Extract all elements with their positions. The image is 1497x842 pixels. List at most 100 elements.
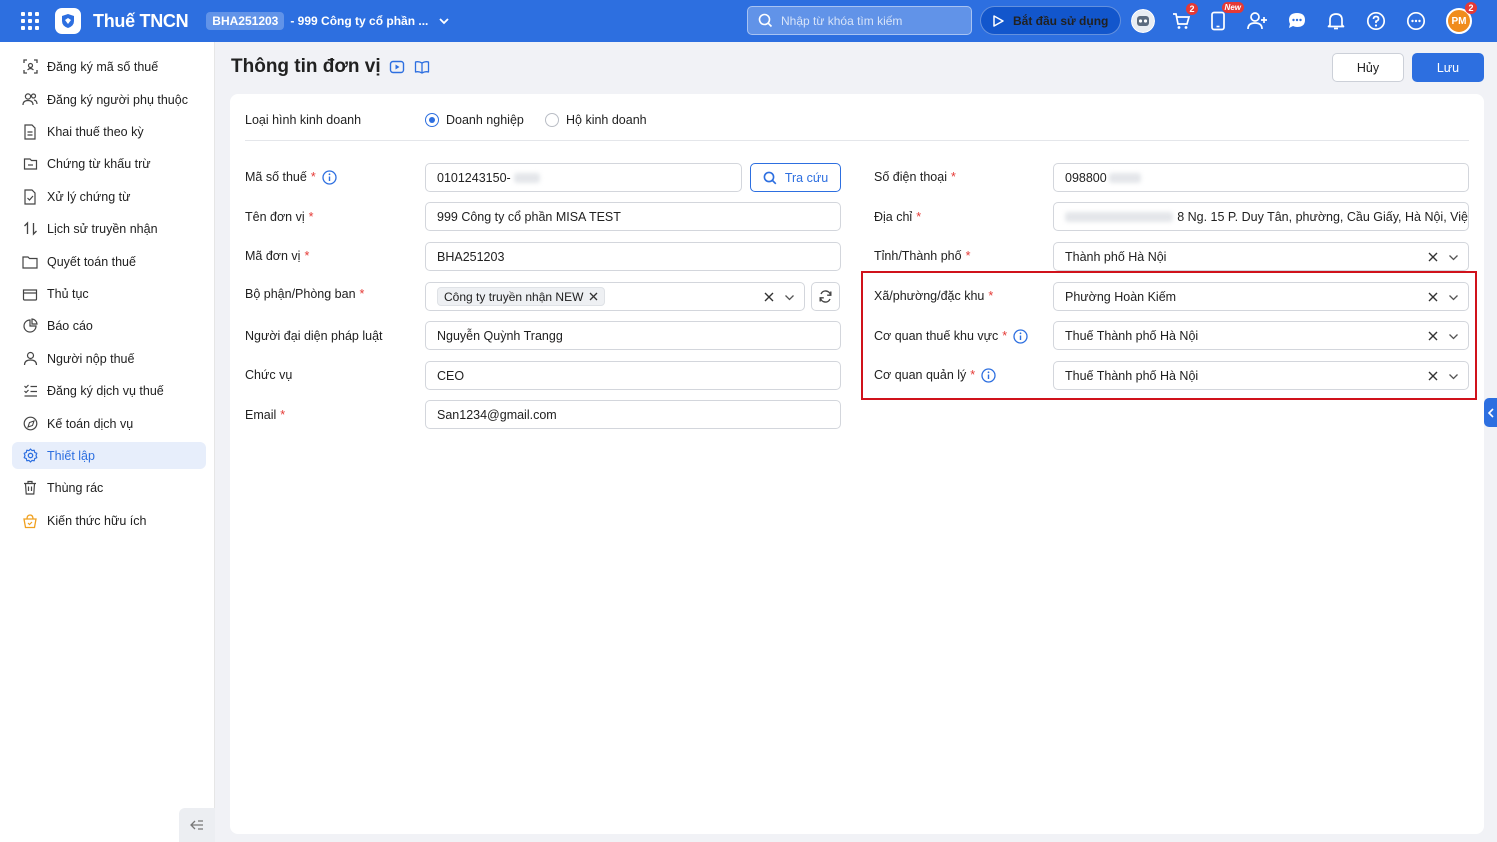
close-icon[interactable]	[589, 292, 598, 301]
department-select[interactable]: Công ty truyền nhận NEW	[425, 282, 805, 311]
province-select[interactable]: Thành phố Hà Nội	[1053, 242, 1469, 271]
info-icon[interactable]	[322, 169, 337, 185]
page-title: Thông tin đơn vị	[231, 56, 381, 77]
start-using-button[interactable]: Bắt đầu sử dụng	[980, 6, 1122, 35]
clear-icon[interactable]	[1428, 371, 1438, 381]
sidebar-item-useful-knowledge[interactable]: Kiến thức hữu ích	[12, 507, 206, 534]
radio-household-business[interactable]	[545, 113, 559, 127]
sidebar: Đăng ký mã số thuế Đăng ký người phụ thu…	[0, 42, 215, 842]
clear-icon[interactable]	[1428, 331, 1438, 341]
transfer-icon	[22, 221, 38, 237]
address-field[interactable]: 8 Ng. 15 P. Duy Tân, phường, Cầu Giấy, H…	[1053, 202, 1469, 231]
chevron-left-icon	[1487, 407, 1494, 418]
help-button[interactable]	[1364, 9, 1388, 33]
tax-code-field[interactable]: 0101243150-	[425, 163, 742, 192]
sidebar-item-transmission-history[interactable]: Lịch sử truyền nhận	[12, 215, 206, 242]
sidebar-item-procedures[interactable]: Thủ tục	[12, 280, 206, 307]
chevron-down-icon[interactable]	[1448, 292, 1459, 303]
radio-enterprise-label[interactable]: Doanh nghiệp	[446, 111, 524, 129]
radio-household-label[interactable]: Hộ kinh doanh	[566, 111, 647, 129]
more-button[interactable]	[1404, 9, 1428, 33]
sidebar-item-process-vouchers[interactable]: Xử lý chứng từ	[12, 183, 206, 210]
org-name[interactable]: - 999 Công ty cổ phần ...	[290, 14, 428, 28]
chevron-down-icon[interactable]	[1448, 252, 1459, 263]
more-icon	[1406, 11, 1426, 31]
phone-label: Số điện thoại *	[874, 170, 956, 184]
managing-tax-select[interactable]: Thuế Thành phố Hà Nội	[1053, 361, 1469, 390]
info-icon[interactable]	[981, 367, 996, 383]
document-check-icon	[22, 188, 38, 205]
robot-avatar-button[interactable]	[1131, 9, 1155, 33]
unit-name-label: Tên đơn vị *	[245, 210, 314, 224]
lookup-button[interactable]: Tra cứu	[750, 163, 841, 192]
clear-icon[interactable]	[1428, 252, 1438, 262]
sidebar-item-trash[interactable]: Thùng rác	[12, 474, 206, 501]
sidebar-item-label: Thiết lập	[47, 448, 95, 463]
sidebar-item-label: Xử lý chứng từ	[47, 189, 131, 204]
pie-chart-icon	[22, 318, 38, 334]
sidebar-item-label: Lịch sử truyền nhận	[47, 221, 158, 236]
cancel-button[interactable]: Hủy	[1332, 53, 1404, 82]
sidebar-item-reports[interactable]: Báo cáo	[12, 312, 206, 339]
app-grid-icon[interactable]	[21, 12, 39, 30]
collapse-sidebar-button[interactable]	[179, 808, 215, 842]
users-icon	[22, 92, 38, 108]
redacted-text	[1108, 172, 1141, 183]
legal-rep-label: Người đại diện pháp luật	[245, 329, 383, 343]
clear-icon[interactable]	[764, 292, 774, 302]
sidebar-item-taxpayers[interactable]: Người nộp thuế	[12, 345, 206, 372]
position-label: Chức vụ	[245, 368, 293, 382]
phone-field[interactable]: 098800	[1053, 163, 1469, 192]
mobile-app-button[interactable]: New	[1206, 2, 1244, 33]
unit-name-field[interactable]: 999 Công ty cổ phần MISA TEST	[425, 202, 841, 231]
legal-rep-field[interactable]: Nguyễn Quỳnh Trangg	[425, 321, 841, 350]
add-user-button[interactable]	[1245, 9, 1269, 33]
sidebar-item-register-dependents[interactable]: Đăng ký người phụ thuộc	[12, 86, 206, 113]
radio-enterprise[interactable]	[425, 113, 439, 127]
ward-select[interactable]: Phường Hoàn Kiếm	[1053, 282, 1469, 311]
book-guide-icon[interactable]	[414, 59, 430, 75]
box-icon	[22, 286, 38, 302]
sidebar-item-label: Quyết toán thuế	[47, 254, 136, 269]
info-icon[interactable]	[1013, 328, 1028, 344]
collapse-left-icon	[190, 820, 203, 830]
sidebar-item-accounting-service[interactable]: Kế toán dịch vụ	[12, 410, 206, 437]
email-field[interactable]: San1234@gmail.com	[425, 400, 841, 429]
side-panel-toggle[interactable]	[1484, 398, 1497, 427]
sidebar-item-withholding-vouchers[interactable]: Chứng từ khấu trừ	[12, 150, 206, 177]
cart-badge: 2	[1186, 3, 1198, 15]
department-tag: Công ty truyền nhận NEW	[437, 287, 606, 306]
lightbulb-icon	[22, 513, 38, 529]
scan-icon	[22, 59, 38, 75]
save-button[interactable]: Lưu	[1412, 53, 1484, 82]
checklist-icon	[22, 383, 38, 399]
video-guide-icon[interactable]	[389, 59, 405, 75]
unit-code-field[interactable]: BHA251203	[425, 242, 841, 271]
sidebar-item-register-tax-service[interactable]: Đăng ký dịch vụ thuế	[12, 377, 206, 404]
sidebar-item-label: Kế toán dịch vụ	[47, 416, 134, 431]
user-icon	[22, 351, 38, 367]
sidebar-item-periodic-declaration[interactable]: Khai thuế theo kỳ	[12, 118, 206, 145]
chevron-down-icon[interactable]	[1448, 371, 1459, 382]
user-avatar-button[interactable]: PM 2	[1446, 2, 1477, 34]
sidebar-item-label: Đăng ký người phụ thuộc	[47, 92, 188, 107]
chevron-down-icon[interactable]	[784, 292, 795, 303]
org-code-chip[interactable]: BHA251203	[206, 12, 285, 30]
sidebar-item-settings[interactable]: Thiết lập	[12, 442, 206, 469]
regional-tax-select[interactable]: Thuế Thành phố Hà Nội	[1053, 321, 1469, 350]
search-icon	[758, 13, 773, 28]
chevron-down-icon[interactable]	[438, 15, 450, 27]
position-field[interactable]: CEO	[425, 361, 841, 390]
chevron-down-icon[interactable]	[1448, 331, 1459, 342]
refresh-button[interactable]	[811, 282, 840, 311]
search-box[interactable]	[747, 6, 972, 35]
sidebar-item-tax-finalization[interactable]: Quyết toán thuế	[12, 248, 206, 275]
chat-button[interactable]	[1285, 9, 1309, 33]
clear-icon[interactable]	[1428, 292, 1438, 302]
sidebar-item-register-tax-code[interactable]: Đăng ký mã số thuế	[12, 53, 206, 80]
add-user-icon	[1247, 12, 1267, 30]
notification-button[interactable]	[1324, 9, 1348, 33]
folder-icon	[22, 254, 38, 270]
cart-button[interactable]: 2	[1169, 3, 1198, 33]
search-input[interactable]	[781, 13, 961, 28]
